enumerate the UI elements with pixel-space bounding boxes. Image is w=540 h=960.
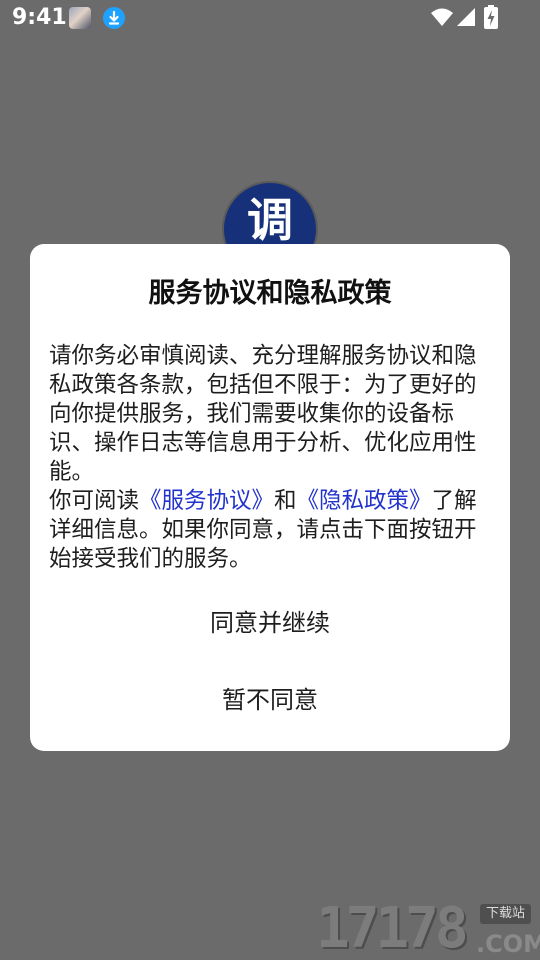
download-icon	[103, 7, 125, 29]
status-bar: 9:41	[0, 0, 540, 36]
signal-icon	[456, 7, 476, 31]
watermark-digits: 17178	[316, 896, 469, 960]
body-paragraph-1: 请你务必审慎阅读、充分理解服务协议和隐私政策各条款，包括但不限于：为了更好的向你…	[49, 343, 477, 485]
disagree-button[interactable]: 暂不同意	[30, 674, 510, 726]
battery-charging-icon	[484, 5, 498, 33]
agree-and-continue-button[interactable]: 同意并继续	[30, 597, 510, 649]
wifi-icon	[430, 7, 454, 31]
privacy-policy-link[interactable]: 《隐私政策》	[297, 488, 432, 514]
service-agreement-link[interactable]: 《服务协议》	[139, 488, 274, 514]
watermark-tag: 下载站	[480, 904, 532, 924]
body-prefix-text: 你可阅读	[49, 488, 140, 514]
body-and-text: 和	[274, 488, 297, 514]
dialog-body: 请你务必审慎阅读、充分理解服务协议和隐私政策各条款，包括但不限于：为了更好的向你…	[49, 342, 495, 574]
avatar-icon	[69, 7, 91, 29]
privacy-dialog: 服务协议和隐私政策 请你务必审慎阅读、充分理解服务协议和隐私政策各条款，包括但不…	[30, 244, 510, 751]
dialog-title: 服务协议和隐私政策	[148, 278, 392, 309]
body-paragraph-2: 你可阅读《服务协议》和《隐私政策》了解详细信息。如果你同意，请点击下面按钮开始接…	[49, 487, 495, 574]
watermark: 17178 下载站 .COM	[314, 898, 540, 960]
status-time: 9:41	[12, 5, 67, 30]
watermark-suffix: .COM	[476, 930, 540, 958]
